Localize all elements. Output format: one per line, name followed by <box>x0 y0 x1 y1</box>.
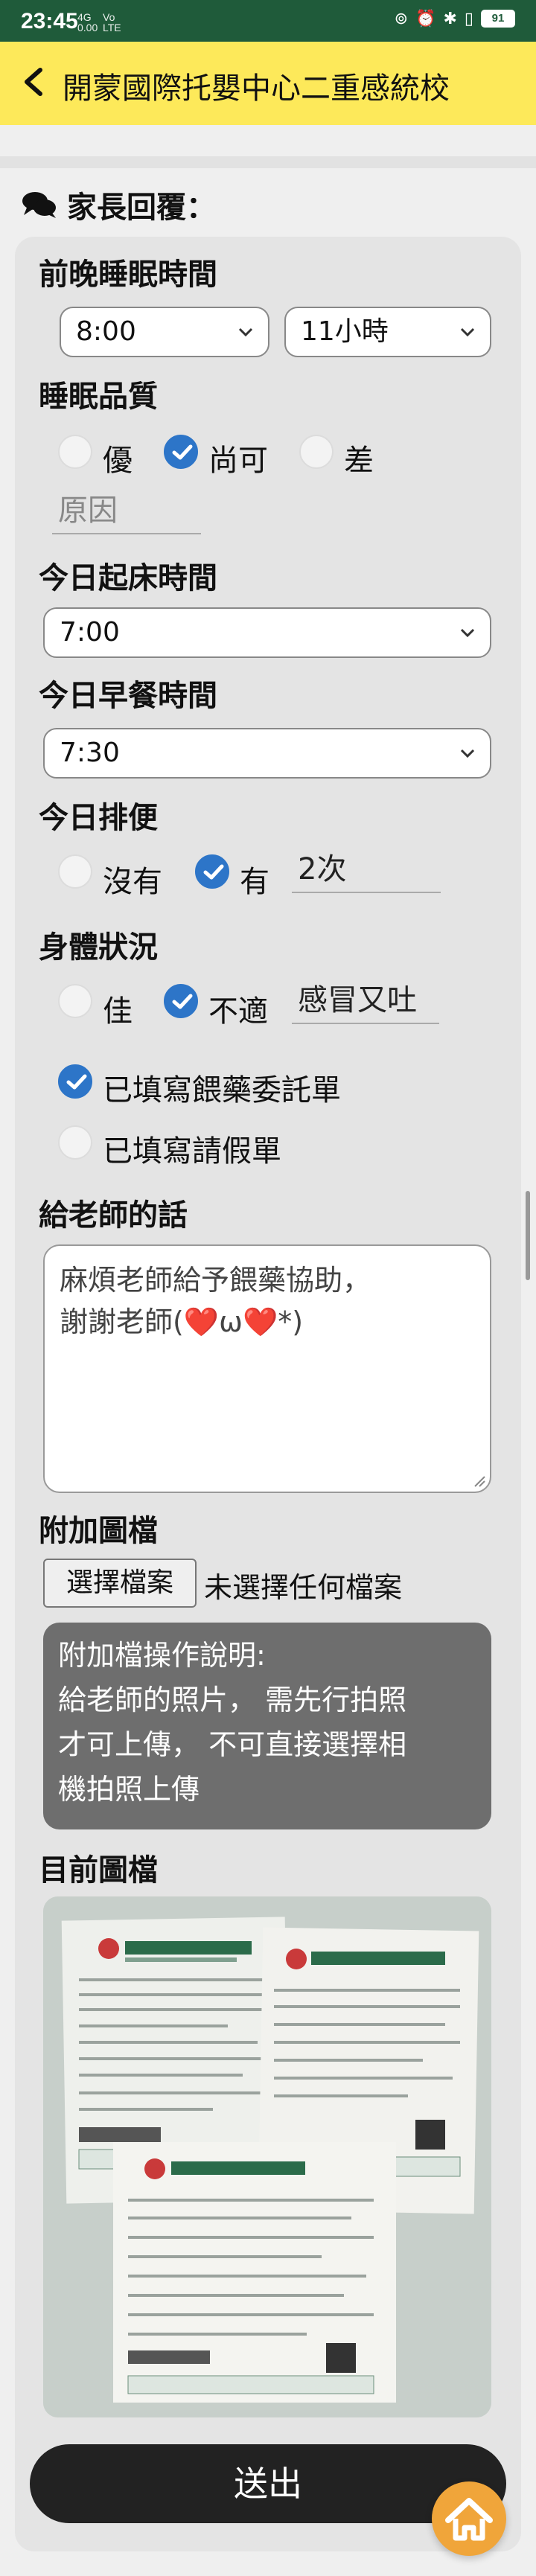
breakfast-time-select[interactable]: 7:30 <box>43 728 491 779</box>
attachment-label: 附加圖檔 <box>39 1514 158 1548</box>
medical-documents-image <box>43 1896 491 2417</box>
bowel-count-input[interactable]: 2次 <box>292 848 441 893</box>
health-radio-good[interactable] <box>58 984 92 1018</box>
health-radio-unwell[interactable] <box>164 984 198 1018</box>
instruction-line: 附加檔操作說明: <box>58 1639 266 1672</box>
check-icon <box>66 1074 87 1090</box>
chevron-down-icon <box>460 749 475 758</box>
wake-time-label: 今日起床時間 <box>39 561 217 595</box>
check-icon <box>172 994 193 1009</box>
alarm-icon: ⏰ <box>415 9 436 28</box>
wake-time-select[interactable]: 7:00 <box>43 607 491 658</box>
bowel-radio-none[interactable] <box>58 854 92 889</box>
status-time: 23:45 <box>21 9 78 33</box>
status-icons: ⊚ ⏰ ✱ ▯ 91 <box>395 9 515 28</box>
sleep-quality-radio-poor[interactable] <box>299 435 334 469</box>
check-icon <box>203 864 224 880</box>
chevron-down-icon <box>460 628 475 638</box>
lock-icon: ⊚ <box>394 9 409 28</box>
chevron-down-icon <box>460 327 475 337</box>
section-heading: 家長回覆： <box>21 183 216 226</box>
sleep-quality-radio-excellent[interactable] <box>58 435 92 469</box>
status-network: Vo LTE <box>103 11 121 33</box>
health-option-good: 佳 <box>103 994 133 1029</box>
comments-icon <box>22 192 56 218</box>
page-title: 開蒙國際托嬰中心二重感統校 <box>63 71 450 106</box>
sleep-quality-option-fair: 尚可 <box>208 444 268 478</box>
check-icon <box>172 444 193 460</box>
health-label: 身體狀況 <box>39 930 158 965</box>
status-signal: 4G 0.00 <box>77 11 98 33</box>
instruction-line: 才可上傳， 不可直接選擇相 <box>58 1728 407 1761</box>
leave-form-checkbox[interactable] <box>58 1125 92 1160</box>
leave-form-label: 已填寫請假單 <box>103 1134 281 1169</box>
health-option-unwell: 不適 <box>208 994 268 1029</box>
section-title: 家長回覆： <box>67 191 216 225</box>
file-status-text: 未選擇任何檔案 <box>204 1571 403 1604</box>
back-arrow-icon[interactable] <box>19 64 49 100</box>
app-header: 開蒙國際托嬰中心二重感統校 <box>0 42 536 125</box>
medicine-form-label: 已填寫餵藥委託單 <box>103 1073 341 1108</box>
sleep-time-label: 前晚睡眠時間 <box>39 258 217 292</box>
vibrate-icon: ▯ <box>464 9 473 28</box>
current-image-photo <box>43 1896 491 2417</box>
home-button[interactable] <box>432 2481 506 2556</box>
bowel-option-none: 沒有 <box>103 865 162 899</box>
medicine-form-checkbox[interactable] <box>58 1064 92 1099</box>
chevron-down-icon <box>238 327 253 337</box>
breakfast-time-label: 今日早餐時間 <box>39 679 217 713</box>
instruction-line: 機拍照上傳 <box>58 1773 200 1806</box>
resize-handle-icon[interactable] <box>472 1474 485 1487</box>
sleep-quality-label: 睡眠品質 <box>39 380 158 414</box>
sleep-quality-option-excellent: 優 <box>103 444 133 478</box>
scrollbar[interactable] <box>526 1191 530 1280</box>
teacher-message-line: 謝謝老師(❤️ω❤️*) <box>60 1305 304 1338</box>
current-image-label: 目前圖檔 <box>39 1853 158 1888</box>
bowel-label: 今日排便 <box>39 801 158 835</box>
battery-icon: 91 <box>481 10 515 28</box>
home-icon <box>445 2498 493 2541</box>
instruction-line: 給老師的照片， 需先行拍照 <box>58 1684 407 1716</box>
choose-file-button[interactable]: 選擇檔案 <box>43 1559 197 1608</box>
bedtime-select[interactable]: 8:00 <box>60 307 269 357</box>
status-bar: 23:45 4G 0.00 Vo LTE ⊚ ⏰ ✱ ▯ 91 <box>0 0 536 42</box>
divider <box>0 156 536 168</box>
bowel-option-yes: 有 <box>240 865 269 899</box>
teacher-message-label: 給老師的話 <box>39 1198 188 1233</box>
health-detail-input[interactable]: 感冒又吐 <box>292 979 439 1024</box>
teacher-message-line: 麻煩老師給予餵藥協助， <box>60 1264 371 1297</box>
bluetooth-icon: ✱ <box>443 9 457 28</box>
bowel-radio-yes[interactable] <box>195 854 229 889</box>
sleep-quality-option-poor: 差 <box>344 444 374 478</box>
teacher-message-textarea[interactable]: 麻煩老師給予餵藥協助， 謝謝老師(❤️ω❤️*) <box>43 1244 491 1493</box>
sleep-quality-radio-fair[interactable] <box>164 435 198 469</box>
sleep-reason-input[interactable]: 原因 <box>52 490 201 534</box>
sleep-duration-select[interactable]: 11小時 <box>284 307 491 357</box>
attachment-instructions: 附加檔操作說明: 給老師的照片， 需先行拍照 才可上傳， 不可直接選擇相 機拍照… <box>43 1623 491 1829</box>
